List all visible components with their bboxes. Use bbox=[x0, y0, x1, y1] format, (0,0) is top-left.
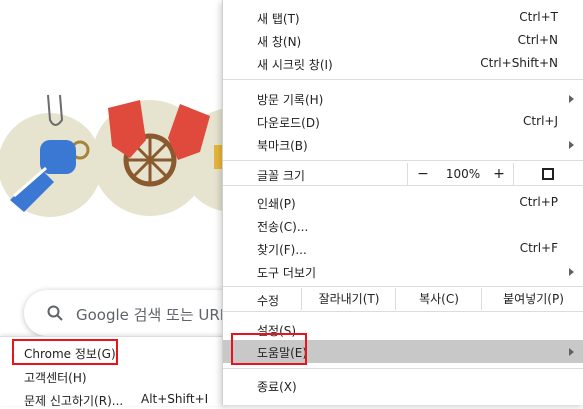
new-window-label: 새 창(N) bbox=[257, 35, 302, 49]
new-window-shortcut: Ctrl+N bbox=[517, 33, 558, 47]
cast-label: 전송(C)... bbox=[257, 220, 309, 234]
help-center-item[interactable]: 고객센터(H) bbox=[24, 369, 87, 386]
paste-button[interactable]: 붙여넣기(P) bbox=[481, 288, 583, 310]
new-incognito-label: 새 시크릿 창(I) bbox=[257, 58, 333, 72]
menu-cast[interactable]: 전송(C)... bbox=[223, 214, 583, 237]
copy-button[interactable]: 복사(C) bbox=[395, 288, 482, 310]
cut-button[interactable]: 잘라내기(T) bbox=[301, 288, 396, 310]
print-shortcut: Ctrl+P bbox=[519, 195, 558, 209]
menu-exit[interactable]: 종료(X) bbox=[223, 374, 583, 397]
report-issue-label: 문제 신고하기(R)... bbox=[24, 394, 124, 408]
zoom-in-button[interactable]: + bbox=[485, 163, 513, 185]
menu-separator bbox=[223, 368, 583, 369]
fullscreen-button[interactable] bbox=[513, 163, 583, 185]
menu-history[interactable]: 방문 기록(H) bbox=[223, 87, 583, 110]
bookmarks-label: 북마크(B) bbox=[257, 139, 308, 153]
menu-edit-row: 수정 잘라내기(T) 복사(C) 붙여넣기(P) bbox=[223, 288, 583, 310]
find-shortcut: Ctrl+F bbox=[519, 241, 558, 255]
menu-print[interactable]: 인쇄(P) Ctrl+P bbox=[223, 191, 583, 214]
find-label: 찾기(F)... bbox=[257, 243, 307, 257]
chevron-right-icon bbox=[569, 268, 574, 276]
menu-more-tools[interactable]: 도구 더보기 bbox=[223, 260, 583, 283]
new-incognito-shortcut: Ctrl+Shift+N bbox=[480, 56, 558, 70]
menu-bookmarks[interactable]: 북마크(B) bbox=[223, 133, 583, 156]
zoom-label: 글꼴 크기 bbox=[257, 169, 305, 183]
zoom-value: 100% bbox=[445, 167, 481, 181]
downloads-label: 다운로드(D) bbox=[257, 116, 320, 130]
report-issue-item[interactable]: 문제 신고하기(R)... Alt+Shift+I bbox=[24, 392, 208, 409]
new-tab-label: 새 탭(T) bbox=[257, 12, 300, 26]
menu-find[interactable]: 찾기(F)... Ctrl+F bbox=[223, 237, 583, 260]
more-tools-label: 도구 더보기 bbox=[257, 266, 317, 280]
fullscreen-icon bbox=[542, 168, 554, 180]
menu-new-tab[interactable]: 새 탭(T) Ctrl+T bbox=[223, 6, 583, 29]
menu-new-window[interactable]: 새 창(N) Ctrl+N bbox=[223, 29, 583, 52]
menu-downloads[interactable]: 다운로드(D) Ctrl+J bbox=[223, 110, 583, 133]
google-doodle[interactable] bbox=[0, 90, 230, 230]
edit-label: 수정 bbox=[257, 294, 280, 308]
new-tab-shortcut: Ctrl+T bbox=[519, 10, 558, 24]
chevron-right-icon bbox=[569, 95, 574, 103]
about-chrome-highlight bbox=[12, 339, 118, 365]
exit-label: 종료(X) bbox=[257, 380, 297, 394]
menu-separator bbox=[223, 185, 583, 186]
search-icon bbox=[47, 305, 63, 321]
chevron-right-icon bbox=[569, 141, 574, 149]
menu-separator bbox=[223, 311, 583, 312]
chevron-right-icon bbox=[569, 348, 574, 356]
zoom-out-button[interactable]: − bbox=[407, 163, 438, 185]
menu-separator bbox=[223, 286, 583, 287]
help-highlight bbox=[231, 333, 307, 365]
history-label: 방문 기록(H) bbox=[257, 93, 324, 107]
print-label: 인쇄(P) bbox=[257, 197, 296, 211]
downloads-shortcut: Ctrl+J bbox=[523, 114, 558, 128]
menu-separator bbox=[223, 160, 583, 161]
help-center-label: 고객센터(H) bbox=[24, 371, 87, 385]
report-issue-shortcut: Alt+Shift+I bbox=[141, 392, 209, 406]
menu-zoom-row: 글꼴 크기 − 100% + bbox=[223, 163, 583, 185]
menu-separator bbox=[223, 79, 583, 80]
menu-new-incognito[interactable]: 새 시크릿 창(I) Ctrl+Shift+N bbox=[223, 52, 583, 75]
